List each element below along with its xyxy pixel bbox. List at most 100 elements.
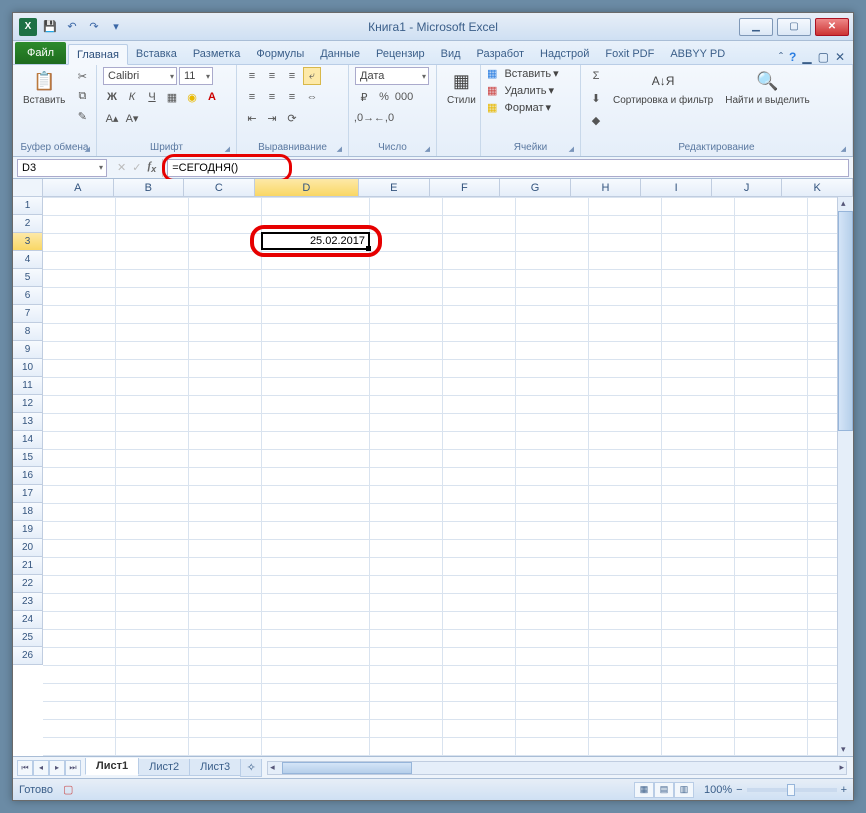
zoom-out-button[interactable]: −	[736, 784, 742, 796]
cut-button[interactable]: ✂	[73, 67, 91, 85]
cancel-formula-icon[interactable]: ✕	[117, 161, 126, 174]
number-format-combo[interactable]: Дата	[355, 67, 429, 85]
orientation-button[interactable]: ⟳	[283, 109, 301, 127]
row-header-22[interactable]: 22	[13, 575, 43, 593]
decrease-indent-button[interactable]: ⇤	[243, 109, 261, 127]
grow-font-button[interactable]: A▴	[103, 109, 121, 127]
sheet-tab[interactable]: Лист3	[189, 759, 241, 776]
tab-insert[interactable]: Вставка	[128, 43, 185, 64]
col-header-H[interactable]: H	[571, 179, 642, 197]
row-header-25[interactable]: 25	[13, 629, 43, 647]
row-header-19[interactable]: 19	[13, 521, 43, 539]
fill-handle[interactable]	[366, 246, 371, 251]
col-header-A[interactable]: A	[43, 179, 114, 197]
styles-button[interactable]: ▦ Стили	[443, 67, 480, 108]
align-top-button[interactable]: ≡	[243, 67, 261, 85]
bold-button[interactable]: Ж	[103, 88, 121, 106]
formula-input[interactable]: =СЕГОДНЯ()	[167, 159, 849, 177]
underline-button[interactable]: Ч	[143, 88, 161, 106]
italic-button[interactable]: К	[123, 88, 141, 106]
find-select-button[interactable]: 🔍 Найти и выделить	[721, 67, 813, 108]
align-middle-button[interactable]: ≡	[263, 67, 281, 85]
enter-formula-icon[interactable]: ✓	[132, 161, 141, 174]
sheet-nav-first[interactable]: ⏮	[17, 760, 33, 776]
col-header-E[interactable]: E	[359, 179, 430, 197]
font-size-combo[interactable]: 11	[179, 67, 213, 85]
active-cell[interactable]: 25.02.2017	[261, 232, 370, 250]
tab-layout[interactable]: Разметка	[185, 43, 249, 64]
macro-record-icon[interactable]: ▢	[63, 783, 73, 796]
col-header-K[interactable]: K	[782, 179, 853, 197]
row-header-17[interactable]: 17	[13, 485, 43, 503]
tab-formulas[interactable]: Формулы	[248, 43, 312, 64]
vertical-scrollbar[interactable]	[837, 197, 853, 756]
copy-button[interactable]: ⧉	[73, 87, 91, 105]
clear-button[interactable]: ◆	[587, 111, 605, 129]
name-box[interactable]: D3	[17, 159, 107, 177]
increase-indent-button[interactable]: ⇥	[263, 109, 281, 127]
currency-button[interactable]: ₽	[355, 88, 373, 106]
shrink-font-button[interactable]: A▾	[123, 109, 141, 127]
row-header-5[interactable]: 5	[13, 269, 43, 287]
file-tab[interactable]: Файл	[15, 42, 66, 64]
wrap-text-button[interactable]: ⤶	[303, 67, 321, 85]
fill-color-button[interactable]: ◉	[183, 88, 201, 106]
row-header-20[interactable]: 20	[13, 539, 43, 557]
fill-button[interactable]: ⬇	[587, 89, 605, 107]
decrease-decimal-button[interactable]: ←,0	[375, 109, 393, 127]
zoom-control[interactable]: 100% − +	[704, 784, 847, 796]
sheet-nav-last[interactable]: ⏭	[65, 760, 81, 776]
row-header-4[interactable]: 4	[13, 251, 43, 269]
row-header-15[interactable]: 15	[13, 449, 43, 467]
comma-button[interactable]: 000	[395, 88, 413, 106]
row-header-9[interactable]: 9	[13, 341, 43, 359]
redo-button[interactable]: ↷	[85, 18, 103, 36]
cells-area[interactable]: 25.02.2017	[43, 197, 853, 756]
row-header-16[interactable]: 16	[13, 467, 43, 485]
tab-data[interactable]: Данные	[312, 43, 368, 64]
row-header-23[interactable]: 23	[13, 593, 43, 611]
font-color-button[interactable]: A	[203, 88, 221, 106]
row-header-26[interactable]: 26	[13, 647, 43, 665]
row-header-11[interactable]: 11	[13, 377, 43, 395]
maximize-button[interactable]: ▢	[777, 18, 811, 36]
zoom-slider[interactable]	[747, 788, 837, 792]
new-sheet-button[interactable]: ✧	[240, 759, 262, 777]
hscroll-thumb[interactable]	[282, 762, 412, 774]
sheet-tab[interactable]: Лист2	[138, 759, 190, 776]
column-headers[interactable]: ABCDEFGHIJK	[43, 179, 853, 197]
col-header-C[interactable]: C	[184, 179, 255, 197]
tab-addins[interactable]: Надстрой	[532, 43, 597, 64]
doc-max-icon[interactable]: ▢	[818, 50, 829, 64]
row-header-10[interactable]: 10	[13, 359, 43, 377]
format-painter-button[interactable]: ✎	[73, 107, 91, 125]
tab-review[interactable]: Рецензир	[368, 43, 433, 64]
sheet-tab-active[interactable]: Лист1	[85, 758, 139, 775]
row-header-21[interactable]: 21	[13, 557, 43, 575]
qat-dropdown[interactable]: ▾	[107, 18, 125, 36]
doc-close-icon[interactable]: ✕	[835, 50, 845, 64]
align-center-button[interactable]: ≡	[263, 88, 281, 106]
tab-foxit[interactable]: Foxit PDF	[597, 43, 662, 64]
row-header-18[interactable]: 18	[13, 503, 43, 521]
worksheet-grid[interactable]: ABCDEFGHIJK 1234567891011121314151617181…	[13, 179, 853, 756]
autosum-button[interactable]: Σ	[587, 67, 605, 85]
tab-developer[interactable]: Разработ	[469, 43, 532, 64]
close-button[interactable]: ✕	[815, 18, 849, 36]
col-header-B[interactable]: B	[114, 179, 185, 197]
align-bottom-button[interactable]: ≡	[283, 67, 301, 85]
align-right-button[interactable]: ≡	[283, 88, 301, 106]
col-header-F[interactable]: F	[430, 179, 501, 197]
sort-filter-button[interactable]: А↓Я Сортировка и фильтр	[609, 67, 717, 108]
row-header-1[interactable]: 1	[13, 197, 43, 215]
row-header-24[interactable]: 24	[13, 611, 43, 629]
percent-button[interactable]: %	[375, 88, 393, 106]
undo-button[interactable]: ↶	[63, 18, 81, 36]
col-header-I[interactable]: I	[641, 179, 712, 197]
save-button[interactable]: 💾	[41, 18, 59, 36]
ribbon-minimize-icon[interactable]: ˆ	[779, 50, 783, 64]
help-icon[interactable]: ?	[789, 50, 796, 64]
sheet-nav-prev[interactable]: ◂	[33, 760, 49, 776]
row-header-13[interactable]: 13	[13, 413, 43, 431]
merge-center-button[interactable]: ⇔	[303, 88, 321, 106]
